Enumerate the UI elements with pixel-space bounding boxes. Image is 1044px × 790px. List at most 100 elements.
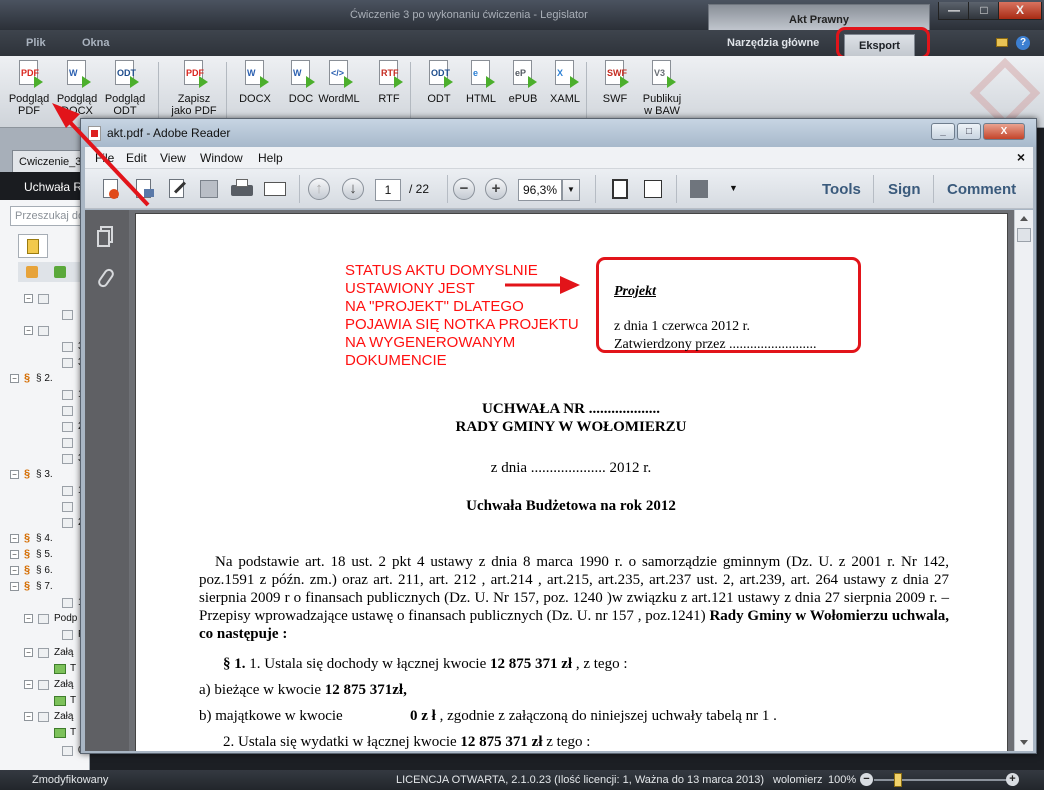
vertical-scrollbar[interactable] [1014, 210, 1033, 751]
page-number-input[interactable]: 1 [375, 179, 401, 201]
tree-item[interactable]: − § § 5. [0, 548, 90, 562]
ribbon-button-wordml[interactable]: </> WordML [318, 59, 360, 105]
search-input[interactable]: Przeszukaj do [10, 206, 86, 226]
tree-item[interactable]: 3 [0, 340, 90, 354]
zoom-in-button[interactable]: + [1006, 773, 1019, 786]
reader-maximize-button[interactable]: □ [957, 123, 981, 140]
tab-plik[interactable]: Plik [26, 37, 46, 49]
ribbon-button-zapisz-jako-pdf[interactable]: PDF Zapisz jako PDF [168, 59, 220, 117]
tree-item[interactable]: − § § 2. [0, 372, 90, 386]
tree-item[interactable] [0, 404, 90, 418]
fullscreen-icon[interactable] [687, 177, 711, 201]
zoom-input[interactable]: 96,3% [518, 179, 562, 201]
tools-link[interactable]: Tools [822, 181, 861, 198]
tree-item[interactable]: − § § 4. [0, 532, 90, 546]
ribbon-button-epub[interactable]: eP ePUB [502, 59, 544, 105]
help-icon[interactable]: ? [1016, 36, 1030, 50]
collapse-toggle-icon[interactable]: − [10, 550, 19, 559]
fit-page-icon[interactable] [608, 177, 632, 201]
collapse-toggle-icon[interactable]: − [24, 712, 33, 721]
scroll-thumb[interactable] [1017, 228, 1031, 242]
create-pdf-icon[interactable] [99, 177, 123, 201]
sign-link[interactable]: Sign [888, 181, 921, 198]
ribbon-button-publikuj-w-baw[interactable]: V3 Publikuj w BAW [640, 59, 684, 117]
tree-item[interactable]: − § § 6. [0, 564, 90, 578]
tree-item[interactable]: 1 [0, 388, 90, 402]
maximize-button[interactable]: □ [968, 2, 1000, 20]
menu-window[interactable]: Window [200, 151, 243, 165]
collapse-toggle-icon[interactable]: − [10, 374, 19, 383]
zoom-slider-handle[interactable] [894, 773, 902, 787]
expand-icon[interactable] [26, 266, 38, 278]
tree-item[interactable]: F [0, 628, 90, 642]
edit-icon[interactable] [165, 177, 189, 201]
ribbon-button-odt[interactable]: ODT ODT [418, 59, 460, 105]
close-document-icon[interactable]: × [1017, 149, 1025, 165]
comment-link[interactable]: Comment [947, 181, 1016, 198]
collapse-icon[interactable] [54, 266, 66, 278]
folder-icon[interactable] [996, 38, 1008, 47]
tree-item[interactable]: 3 [0, 452, 90, 466]
tree-item[interactable]: − § § 7. [0, 580, 90, 594]
menu-edit[interactable]: Edit [126, 151, 147, 165]
attachments-icon[interactable] [96, 266, 117, 290]
collapse-toggle-icon[interactable]: − [10, 534, 19, 543]
tree-item[interactable]: 1 [0, 484, 90, 498]
tree-item[interactable]: T [0, 726, 90, 740]
close-button[interactable]: X [998, 2, 1042, 20]
fit-width-icon[interactable] [641, 177, 665, 201]
tree-item[interactable]: 3 [0, 356, 90, 370]
save-icon[interactable] [197, 177, 221, 201]
ribbon-button-html[interactable]: e HTML [460, 59, 502, 105]
tree-item[interactable]: 01 [0, 744, 90, 758]
page-down-icon[interactable]: ↓ [341, 177, 365, 201]
zoom-dropdown[interactable]: ▼ [562, 179, 580, 201]
ribbon-button-xaml[interactable]: X XAML [544, 59, 586, 105]
menu-file[interactable]: File [95, 151, 114, 165]
tree-item[interactable]: − Podp [0, 612, 90, 626]
toolbar-options-icon[interactable]: ▼ [729, 183, 738, 193]
collapse-toggle-icon[interactable]: − [24, 648, 33, 657]
tree-item[interactable]: 2 [0, 420, 90, 434]
structure-tab[interactable] [18, 234, 48, 258]
ribbon-button-doc[interactable]: W DOC [280, 59, 322, 105]
tree-item[interactable]: − § § 3. [0, 468, 90, 482]
zoom-in-icon[interactable]: + [484, 177, 508, 201]
zoom-out-button[interactable]: − [860, 773, 873, 786]
ribbon-button-podgląd-odt[interactable]: ODT Podgląd ODT [104, 59, 146, 117]
minimize-button[interactable]: — [938, 2, 970, 20]
collapse-toggle-icon[interactable]: − [10, 566, 19, 575]
ribbon-button-podgląd-docx[interactable]: W Podgląd DOCX [56, 59, 98, 117]
ribbon-button-swf[interactable]: SWF SWF [594, 59, 636, 105]
menu-view[interactable]: View [160, 151, 186, 165]
collapse-toggle-icon[interactable]: − [24, 294, 33, 303]
menu-help[interactable]: Help [258, 151, 283, 165]
ribbon-button-rtf[interactable]: RTF RTF [368, 59, 410, 105]
tab-okna[interactable]: Okna [82, 37, 110, 49]
tree-item[interactable]: − Załą [0, 710, 90, 724]
print-icon[interactable] [230, 177, 254, 201]
scroll-down-icon[interactable] [1020, 740, 1028, 745]
tree-item[interactable]: T [0, 662, 90, 676]
reader-close-button[interactable]: X [983, 123, 1025, 140]
tree-item[interactable]: − [0, 292, 90, 306]
tree-item[interactable]: T [0, 694, 90, 708]
collapse-toggle-icon[interactable]: − [24, 614, 33, 623]
ribbon-button-docx[interactable]: W DOCX [234, 59, 276, 105]
tree-item[interactable]: − Załą [0, 646, 90, 660]
pages-panel-icon[interactable] [97, 226, 117, 248]
tree-item[interactable]: 1 [0, 596, 90, 610]
tree-item[interactable] [0, 436, 90, 450]
ribbon-button-podgląd-pdf[interactable]: PDF Podgląd PDF [8, 59, 50, 117]
tab-narzedzia-glowne[interactable]: Narzędzia główne [727, 37, 819, 49]
tree-item[interactable]: − Załą [0, 678, 90, 692]
scroll-up-icon[interactable] [1020, 216, 1028, 221]
tree-item[interactable] [0, 500, 90, 514]
collapse-toggle-icon[interactable]: − [10, 582, 19, 591]
tree-item[interactable]: − [0, 324, 90, 338]
zoom-out-icon[interactable]: − [452, 177, 476, 201]
export-icon[interactable] [132, 177, 156, 201]
collapse-toggle-icon[interactable]: − [10, 470, 19, 479]
tree-item[interactable]: 2 [0, 516, 90, 530]
collapse-toggle-icon[interactable]: − [24, 680, 33, 689]
